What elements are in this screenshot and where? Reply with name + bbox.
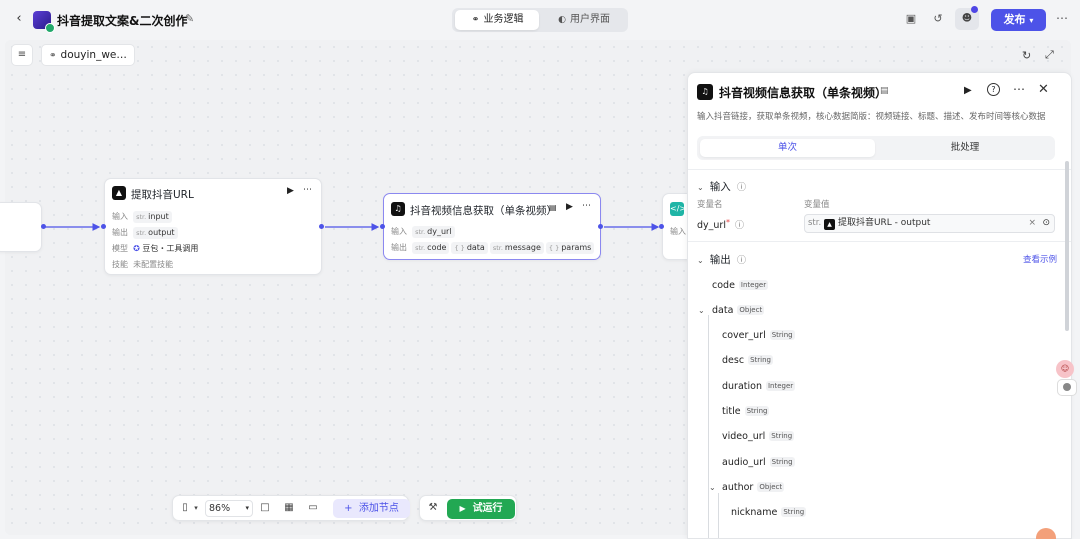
chevron-down-icon[interactable]: ▾ [190,502,202,514]
add-node-button[interactable]: + 添加节点 [333,499,410,518]
output-field-author: author Object [722,482,785,493]
canvas-toolbar: ▯ ▾ 86% ▾ □ ▦ ▭ + 添加节点 [172,495,410,521]
minimap-icon[interactable]: ▭ [307,502,319,514]
run-mode-tabs: 单次 批处理 [697,136,1055,160]
more-icon[interactable]: ⋯ [303,185,312,195]
scrollbar[interactable] [1065,161,1069,331]
start-node-output-port[interactable] [41,224,46,229]
node1-output-port[interactable] [319,224,324,229]
node-extract-url[interactable]: ▲ 提取抖音URL ▶ ⋯ 输入 str. input 输出 str. output… [104,178,322,275]
history-icon[interactable]: ↺ [931,12,945,26]
refresh-icon[interactable]: ↻ [1022,49,1031,62]
floating-widget[interactable] [1057,379,1077,396]
run-icon[interactable]: ▶ [964,85,972,96]
node1-input-port[interactable] [101,224,106,229]
tree-line [718,493,719,538]
panel-description: 输入抖音链接，获取单条视频，核心数据简版：视频链接、标题、描述、发布时间等核心数… [697,112,1046,122]
layout-icon[interactable]: ▦ [283,502,295,514]
tree-line [708,315,709,538]
help-icon[interactable]: ? [987,83,1000,96]
start-node[interactable] [0,202,42,252]
output-row: 输出 str. code{ } data str. message{ } params [391,242,596,254]
llm-icon: ▲ [824,219,836,230]
chat-icon [1063,383,1071,391]
tab-single[interactable]: 单次 [700,139,875,157]
collaborators-button[interactable]: ☻ [955,6,979,30]
output-field-cover-url: cover_url String [722,330,795,341]
output-row: 输出 str. output [112,227,180,239]
more-icon[interactable]: ⋯ [582,201,591,211]
skill-row: 技能 未配置技能 [112,260,174,269]
variable-picker-icon[interactable]: ⊙ [1042,215,1050,232]
input-row: 输入 str. dy_url [391,226,457,238]
comment-icon[interactable]: □ [259,502,271,514]
plugin-icon: ▤ [880,86,889,96]
input-row: 输入 str. input [112,211,174,223]
output-field-code: code Integer [712,280,769,291]
node2-output-port[interactable] [598,224,603,229]
output-field-audio-url: audio_url String [722,457,795,468]
debug-icon[interactable]: ⚒ [427,502,439,514]
chevron-down-icon: ▾ [245,504,249,512]
divider [688,169,1071,170]
llm-icon: ▲ [112,186,126,200]
output-field-data: data Object [712,305,765,316]
chevron-down-icon[interactable]: ⌄ [709,483,716,492]
output-field-duration: duration Integer [722,381,796,392]
preview-icon[interactable]: ▣ [904,12,918,26]
output-field-nickname: nickname String [731,507,807,518]
clear-icon[interactable]: × [1028,215,1036,232]
variable-reference-field[interactable]: str. ▲ 提取抖音URL - output × ⊙ [804,214,1055,233]
more-icon[interactable]: ⋯ [1013,82,1025,96]
column-header-value: 变量值 [804,200,830,210]
tab-batch[interactable]: 批处理 [878,139,1052,157]
chevron-down-icon: ⌄ [697,183,704,192]
info-icon: ⓘ [737,256,747,266]
tiktok-icon: ♫ [391,202,405,216]
run-node-icon[interactable]: ▶ [287,186,294,196]
close-icon[interactable]: ✕ [1038,82,1049,97]
panel-title: 抖音视频信息获取（单条视频） [719,86,888,100]
chevron-down-icon: ▾ [1029,16,1034,25]
node3-input-port[interactable] [659,224,664,229]
doubao-icon: ✪ [133,244,140,253]
node-title: 提取抖音URL [131,189,194,201]
chevron-down-icon[interactable]: ⌄ [698,306,705,315]
input-row: 输入 [670,227,686,236]
assistant-avatar[interactable]: ☺ [1056,360,1074,378]
output-field-video-url: video_url String [722,431,795,442]
zoom-select[interactable]: 86% ▾ [205,500,253,517]
expand-icon[interactable]: ⤢ [1045,48,1054,62]
divider [688,241,1071,242]
plus-icon: + [344,503,353,514]
output-field-desc: desc String [722,355,773,366]
chevron-down-icon: ⌄ [697,256,704,265]
test-run-button[interactable]: ▶ 试运行 [447,499,515,519]
plugin-icon: ▤ [549,203,557,212]
variable-name: dy_url* ⓘ [697,218,745,231]
run-node-icon[interactable]: ▶ [566,202,573,212]
info-icon: ⓘ [737,183,747,193]
notification-dot [971,6,978,13]
user-icon: ☻ [961,13,973,24]
node2-input-port[interactable] [380,224,385,229]
input-section-header[interactable]: ⌄ 输入 ⓘ [697,179,746,194]
column-header-name: 变量名 [697,200,723,210]
run-toolbar: ⚒ ▶ 试运行 [419,495,517,521]
play-icon: ▶ [459,504,466,513]
tiktok-icon: ♫ [697,84,713,100]
node-douyin-video-info[interactable]: ♫ 抖音视频信息获取（单条视频） ▤ ▶ ⋯ 输入 str. dy_url 输出 … [383,193,601,260]
output-field-title: title String [722,406,770,417]
see-example-link[interactable]: 查看示例 [1023,253,1057,265]
node-title: 抖音视频信息获取（单条视频） [410,205,557,217]
info-icon: ⓘ [735,221,745,231]
code-icon: </> [670,202,686,216]
more-icon[interactable]: ⋯ [1056,11,1068,25]
output-section-header[interactable]: ⌄ 输出 ⓘ [697,252,746,267]
publish-button[interactable]: 发布 ▾ [991,9,1046,31]
model-row: 模型 ✪ 豆包・工具调用 [112,244,199,253]
node-detail-panel: ♫ 抖音视频信息获取（单条视频） ▤ ▶ ? ⋯ ✕ 输入抖音链接，获取单条视频… [687,72,1072,539]
